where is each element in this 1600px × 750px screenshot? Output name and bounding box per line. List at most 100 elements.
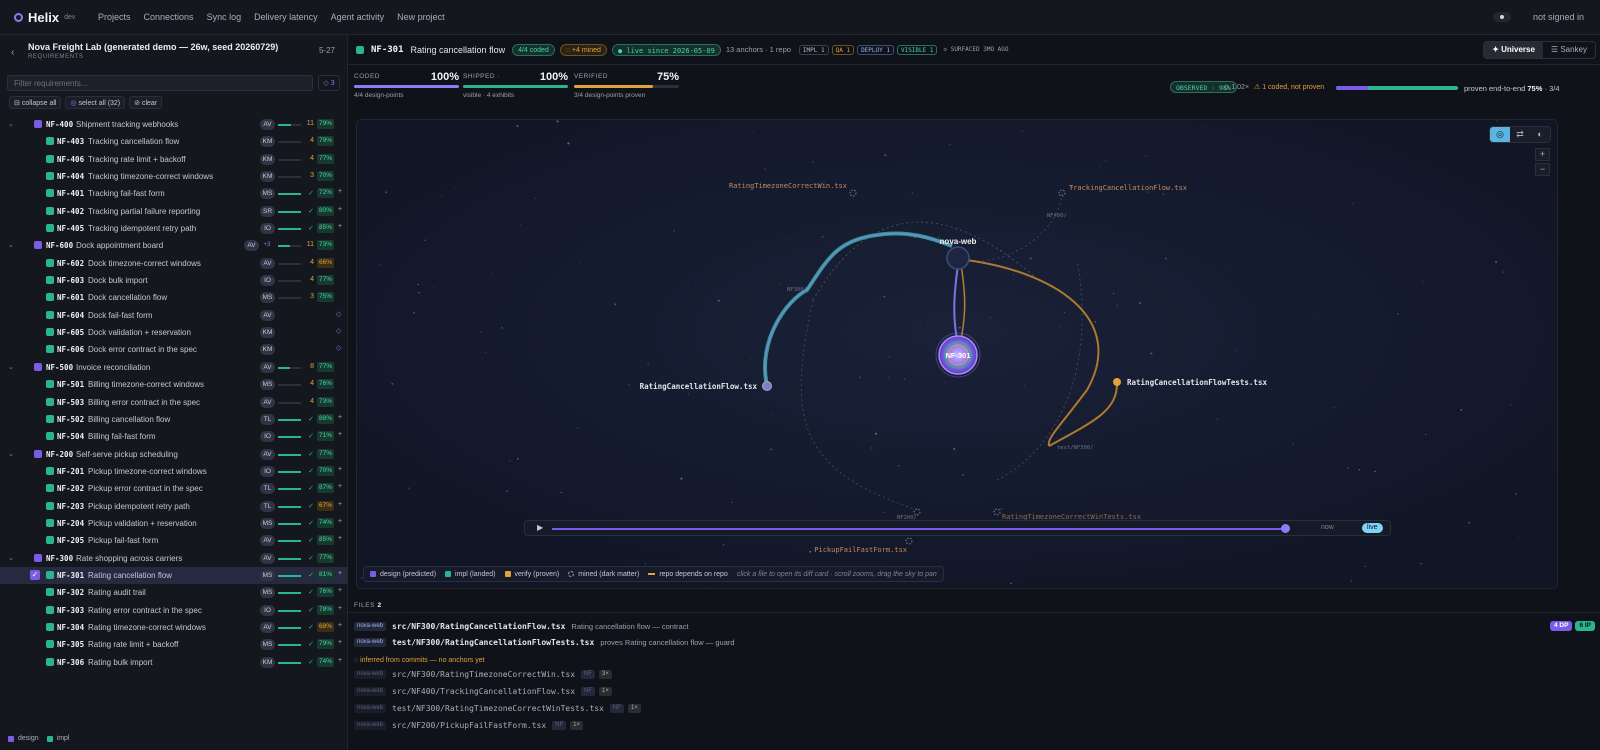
chevron-down-icon[interactable]: ⌄ (8, 363, 14, 371)
requirement-row[interactable]: ✓ NF-301 Rating cancellation flow MS ✓ 81% + (0, 566, 348, 585)
timeline-handle[interactable] (1281, 524, 1291, 533)
app-logo[interactable]: Helix dev (14, 10, 98, 25)
requirement-row[interactable]: NF-205 Pickup fail-fast form AV ✓ 85% + (0, 532, 348, 549)
chevron-down-icon[interactable]: ⌄ (8, 450, 14, 458)
file-label-timezone[interactable]: RatingTimezoneCorrectWin.tsx (729, 182, 847, 190)
swap-mode-icon[interactable]: ⇄ (1510, 127, 1530, 142)
mined-file-row[interactable]: nova-web src/NF200/PickupFailFastForm.ts… (354, 718, 583, 732)
checkbox-checked-icon[interactable]: ✓ (30, 569, 40, 580)
nav-delivery-latency[interactable]: Delivery latency (254, 12, 318, 22)
play-icon[interactable]: ▶ (537, 523, 543, 532)
file-path[interactable]: src/NF300/RatingTimezoneCorrectWin.tsx (392, 670, 575, 679)
requirement-row[interactable]: NF-305 Rating rate limit + backoff MS ✓ 79% + (0, 636, 348, 653)
zoom-out-button[interactable]: − (1535, 163, 1550, 176)
mined-file-row[interactable]: nova-web src/NF400/TrackingCancellationF… (354, 684, 612, 698)
requirement-row[interactable]: NF-405 Tracking idempotent retry path IO ✓ 8… (0, 220, 348, 237)
file-path[interactable]: src/NF200/PickupFailFastForm.tsx (392, 721, 546, 730)
mined-file-row[interactable]: nova-web src/NF300/RatingTimezoneCorrect… (354, 667, 612, 681)
file-node-rating-tests[interactable] (1113, 378, 1121, 386)
requirement-row[interactable]: NF-303 Rating error contract in the spec I… (0, 602, 348, 619)
requirement-row[interactable]: NF-201 Pickup timezone-correct windows IO ✓… (0, 463, 348, 480)
shipped-metric: SHIPPED · 100% visible · 4 exhibits (463, 71, 568, 99)
file-label-pickup[interactable]: PickupFailFastForm.tsx (814, 546, 907, 554)
universe-canvas[interactable]: nova-web NF-301 RatingCancellationFlow.t… (356, 119, 1558, 589)
requirement-group-row[interactable]: ⌄ NF-400 Shipment tracking webhooks AV 11 79% (0, 116, 348, 133)
hub-node[interactable] (946, 246, 970, 270)
select-all-button[interactable]: ◎ select all (32) (65, 96, 126, 109)
chevron-down-icon[interactable]: ⌄ (8, 241, 14, 249)
design-points-badge: 4 DP (1549, 621, 1573, 631)
requirement-row[interactable]: NF-502 Billing cancellation flow TL ✓ 88% + (0, 411, 348, 428)
requirement-row[interactable]: NF-403 Tracking cancellation flow KM 4 79% (0, 133, 348, 150)
requirement-row[interactable]: NF-203 Pickup idempotent retry path TL ✓ 67%… (0, 498, 348, 515)
requirement-row[interactable]: NF-602 Dock timezone-correct windows AV 4 66… (0, 255, 348, 272)
requirement-row[interactable]: NF-503 Billing error contract in the spec… (0, 394, 348, 411)
zoom-in-button[interactable]: + (1535, 148, 1550, 161)
star (1515, 492, 1518, 495)
timeline-scrubber[interactable]: ▶ now live (524, 520, 1391, 536)
percent-badge: 73% (317, 240, 335, 251)
filter-input[interactable]: Filter requirements... (7, 75, 313, 91)
contrast-mode-icon[interactable]: ◐ (1530, 127, 1550, 142)
requirement-row[interactable]: NF-406 Tracking rate limit + backoff KM 4 77… (0, 151, 348, 168)
status-icon: + (338, 223, 343, 231)
back-icon[interactable]: ‹ (11, 47, 14, 58)
file-path[interactable]: test/NF300/RatingTimezoneCorrectWinTests… (392, 704, 604, 713)
file-path[interactable]: src/NF400/TrackingCancellationFlow.tsx (392, 687, 575, 696)
clear-button[interactable]: ⊘ clear (129, 96, 163, 109)
timeline-track[interactable] (552, 528, 1289, 530)
sign-in-status[interactable]: not signed in (1533, 12, 1584, 22)
file-node-rating-cancellation[interactable] (762, 381, 772, 391)
requirement-row[interactable]: NF-604 Dock fail-fast form AV ◇ (0, 307, 348, 324)
chevron-down-icon[interactable]: ⌄ (8, 554, 14, 562)
requirement-group-row[interactable]: ⌄ NF-300 Rate shopping across carriers AV ✓ 7… (0, 550, 348, 567)
requirement-row[interactable]: NF-304 Rating timezone-correct windows AV ✓… (0, 619, 348, 636)
mined-file-row[interactable]: nova-web test/NF300/RatingTimezoneCorrec… (354, 701, 641, 715)
requirement-row[interactable]: NF-603 Dock bulk import IO 4 77% (0, 272, 348, 289)
requirement-row[interactable]: NF-501 Billing timezone-correct windows MS… (0, 376, 348, 393)
collapse-all-button[interactable]: ⊟ collapse all (9, 96, 62, 109)
chevron-down-icon[interactable]: ⌄ (8, 120, 14, 128)
sankey-view-button[interactable]: ☰ Sankey (1543, 42, 1595, 58)
progress-bar (278, 540, 301, 543)
requirement-row[interactable]: NF-202 Pickup error contract in the spec T… (0, 480, 348, 497)
requirement-group-row[interactable]: ⌄ NF-200 Self-serve pickup scheduling AV ✓ 77… (0, 446, 348, 463)
requirement-group-row[interactable]: ⌄ NF-600 Dock appointment board AV +3 11 73% (0, 237, 348, 254)
requirement-row[interactable]: NF-606 Dock error contract in the spec KM ◇ (0, 341, 348, 358)
requirement-row[interactable]: NF-306 Rating bulk import KM ✓ 74% + (0, 654, 348, 671)
focus-mode-icon[interactable]: ◎ (1490, 127, 1510, 142)
repo-badge: nova-web (354, 669, 387, 679)
unproven-warning[interactable]: ⚠ 1 coded, not proven (1254, 83, 1324, 91)
filter-count-badge[interactable]: ◇ 3 (318, 75, 340, 91)
requirement-id: NF-405 (57, 224, 85, 234)
nav-agent-activity[interactable]: Agent activity (331, 12, 385, 22)
requirement-row[interactable]: NF-504 Billing fail-fast form IO ✓ 71% + (0, 428, 348, 445)
universe-graph[interactable]: nova-web NF-301 RatingCancellationFlow.t… (357, 120, 1558, 589)
anchored-file-row[interactable]: nova-web test/NF300/RatingCancellationFl… (354, 635, 735, 649)
requirement-row[interactable]: NF-605 Dock validation + reservation KM ◇ (0, 324, 348, 341)
requirement-row[interactable]: NF-302 Rating audit trail MS ✓ 76% + (0, 584, 348, 601)
file-path[interactable]: test/NF300/RatingCancellationFlowTests.t… (392, 638, 594, 647)
mined-badge[interactable]: ◌ +4 mined (559, 43, 607, 56)
requirement-name: Rate shopping across carriers (76, 553, 183, 563)
star (1012, 274, 1015, 276)
file-label-rating-cancellation[interactable]: RatingCancellationFlow.tsx (640, 382, 758, 391)
timeline-live-button[interactable]: live (1362, 523, 1383, 533)
requirement-icon (46, 588, 54, 597)
nav-connections[interactable]: Connections (144, 12, 194, 22)
universe-view-button[interactable]: ✦ Universe (1484, 41, 1543, 58)
requirement-row[interactable]: NF-402 Tracking partial failure reporting… (0, 203, 348, 220)
requirement-group-row[interactable]: ⌄ NF-500 Invoice reconciliation AV 8 77% (0, 359, 348, 376)
nav-projects[interactable]: Projects (98, 12, 131, 22)
nav-new-project[interactable]: New project (397, 12, 445, 22)
requirement-row[interactable]: NF-401 Tracking fail-fast form MS ✓ 72% + (0, 185, 348, 202)
theme-toggle[interactable] (1492, 12, 1511, 22)
file-label-tracking[interactable]: TrackingCancellationFlow.tsx (1069, 184, 1187, 192)
file-label-rating-tests[interactable]: RatingCancellationFlowTests.tsx (1127, 378, 1267, 387)
anchored-file-row[interactable]: nova-web src/NF300/RatingCancellationFlo… (354, 619, 689, 633)
nav-sync-log[interactable]: Sync log (207, 12, 242, 22)
file-path[interactable]: src/NF300/RatingCancellationFlow.tsx (392, 622, 565, 631)
requirement-row[interactable]: NF-404 Tracking timezone-correct windows K… (0, 168, 348, 185)
requirement-row[interactable]: NF-601 Dock cancellation flow MS 3 75% (0, 289, 348, 306)
requirement-row[interactable]: NF-204 Pickup validation + reservation MS ✓… (0, 515, 348, 532)
